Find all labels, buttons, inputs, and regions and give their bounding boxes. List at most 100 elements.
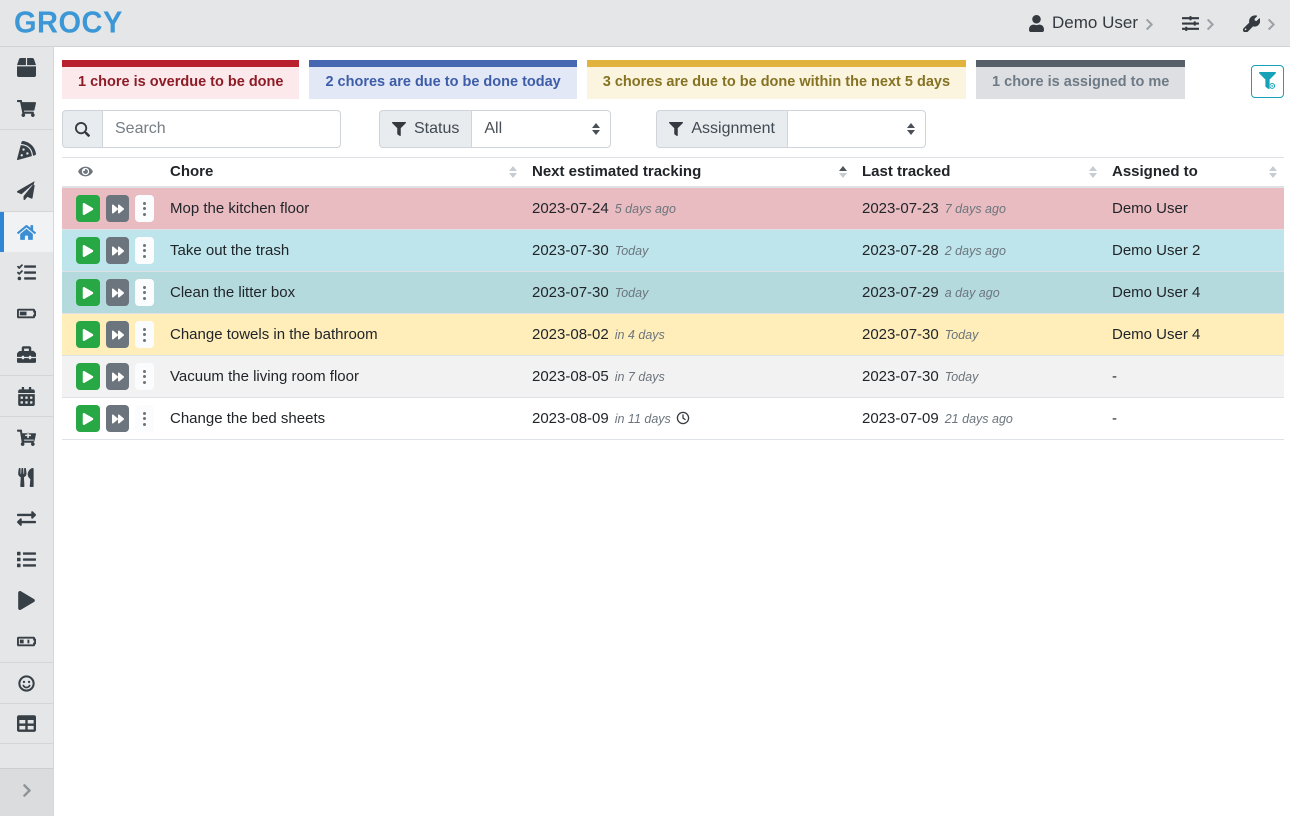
- next-tracking-cell: 2023-08-02in 4 days: [524, 314, 854, 356]
- sidebar-item-purchase[interactable]: [0, 416, 53, 457]
- sidebar-item-transfer[interactable]: [0, 498, 53, 539]
- row-context-menu-button[interactable]: [135, 405, 154, 432]
- sidebar-item-stock-overview[interactable]: [0, 47, 53, 88]
- pizza-icon: [17, 141, 36, 160]
- row-context-menu-button[interactable]: [135, 321, 154, 348]
- chevron-right-icon: [1145, 16, 1154, 31]
- row-context-menu-button[interactable]: [135, 195, 154, 222]
- chore-row: Change the bed sheets2023-08-09in 11 day…: [62, 398, 1284, 440]
- battery-icon: [17, 304, 36, 323]
- chore-name-cell: Vacuum the living room floor: [162, 356, 524, 398]
- sidebar-item-shopping-list[interactable]: [0, 88, 53, 129]
- sidebar-item-chores-overview[interactable]: [0, 211, 53, 252]
- battery2-icon: [17, 632, 36, 651]
- sidebar-item-recipes[interactable]: [0, 129, 53, 170]
- column-header-next-tracking[interactable]: Next estimated tracking: [524, 158, 854, 188]
- sidebar-item-consume[interactable]: [0, 457, 53, 498]
- chore-name-cell: Mop the kitchen floor: [162, 187, 524, 230]
- track-chore-execution-button[interactable]: [76, 321, 100, 348]
- fast-forward-icon: [112, 371, 124, 383]
- sort-icon: [509, 166, 517, 178]
- row-context-menu-button[interactable]: [135, 279, 154, 306]
- select-arrows-icon: [592, 123, 600, 135]
- skip-chore-button[interactable]: [106, 279, 130, 306]
- assigned-to-cell: Demo User 4: [1104, 272, 1284, 314]
- sidebar-collapse-toggle[interactable]: [0, 768, 53, 816]
- chevron-right-icon: [1267, 16, 1276, 31]
- status-banners: 1 chore is overdue to be done 2 chores a…: [62, 60, 1284, 99]
- banner-due-soon: 3 chores are due to be done within the n…: [587, 60, 966, 99]
- column-header-last-tracked[interactable]: Last tracked: [854, 158, 1104, 188]
- sidebar-item-battery-tracking[interactable]: [0, 621, 53, 662]
- next-tracking-cell: 2023-07-245 days ago: [524, 187, 854, 230]
- search-input[interactable]: [102, 110, 341, 148]
- quick-settings-menu[interactable]: [1182, 15, 1215, 32]
- assignment-filter-select[interactable]: [787, 110, 926, 148]
- tasks-icon: [17, 263, 36, 282]
- column-header-assigned-to[interactable]: Assigned to: [1104, 158, 1284, 188]
- play-icon: [82, 371, 94, 383]
- fast-forward-icon: [112, 287, 124, 299]
- sidebar-item-tasks[interactable]: [0, 252, 53, 293]
- track-chore-execution-button[interactable]: [76, 363, 100, 390]
- admin-settings-menu[interactable]: [1243, 15, 1276, 32]
- chevron-right-icon: [22, 783, 32, 803]
- assigned-to-cell: Demo User: [1104, 187, 1284, 230]
- play-icon: [82, 287, 94, 299]
- fast-forward-icon: [112, 413, 124, 425]
- main-content: Chores overview Journal 1 chore is overd…: [54, 0, 1290, 440]
- track-chore-execution-button[interactable]: [76, 405, 100, 432]
- user-icon: [1028, 15, 1045, 32]
- calendar-icon: [17, 387, 36, 406]
- chore-row: Take out the trash2023-07-30Today2023-07…: [62, 230, 1284, 272]
- filter-icon: [669, 122, 683, 136]
- next-tracking-cell: 2023-08-09in 11 days: [524, 398, 854, 440]
- column-visibility-toggle[interactable]: [62, 158, 162, 188]
- chore-name-cell: Change the bed sheets: [162, 398, 524, 440]
- skip-chore-button[interactable]: [106, 195, 130, 222]
- sidebar-nav: [0, 47, 54, 816]
- last-tracked-cell: 2023-07-29a day ago: [854, 272, 1104, 314]
- track-chore-execution-button[interactable]: [76, 279, 100, 306]
- sidebar-item-equipment[interactable]: [0, 334, 53, 375]
- filter-clear-icon: [1259, 72, 1276, 92]
- skip-chore-button[interactable]: [106, 363, 130, 390]
- sort-asc-icon: [839, 166, 847, 178]
- sidebar-item-calendar[interactable]: [0, 375, 53, 416]
- sidebar-item-userentities[interactable]: [0, 703, 53, 744]
- next-tracking-cell: 2023-08-05in 7 days: [524, 356, 854, 398]
- select-arrows-icon: [907, 123, 915, 135]
- chevron-right-icon: [1206, 16, 1215, 31]
- track-chore-execution-button[interactable]: [76, 195, 100, 222]
- track-chore-execution-button[interactable]: [76, 237, 100, 264]
- banner-due-today: 2 chores are due to be done today: [309, 60, 576, 99]
- chore-row: Vacuum the living room floor2023-08-05in…: [62, 356, 1284, 398]
- sidebar-item-batteries-overview[interactable]: [0, 293, 53, 334]
- chores-table: Chore Next estimated tracking Last track…: [62, 157, 1284, 440]
- filter-icon: [392, 122, 406, 136]
- skip-chore-button[interactable]: [106, 405, 130, 432]
- play-icon: [82, 203, 94, 215]
- skip-chore-button[interactable]: [106, 321, 130, 348]
- status-filter-select[interactable]: All: [471, 110, 611, 148]
- assigned-to-cell: Demo User 2: [1104, 230, 1284, 272]
- row-context-menu-button[interactable]: [135, 363, 154, 390]
- column-header-chore[interactable]: Chore: [162, 158, 524, 188]
- clear-filters-button[interactable]: [1251, 65, 1284, 98]
- user-label: Demo User: [1052, 13, 1138, 33]
- sidebar-item-user-settings[interactable]: [0, 662, 53, 703]
- paper-plane-icon: [17, 181, 36, 200]
- sidebar-item-inventory[interactable]: [0, 539, 53, 580]
- banner-assigned-to-me: 1 chore is assigned to me: [976, 60, 1185, 99]
- row-context-menu-button[interactable]: [135, 237, 154, 264]
- sidebar-item-chore-tracking[interactable]: [0, 580, 53, 621]
- chore-name-cell: Take out the trash: [162, 230, 524, 272]
- skip-chore-button[interactable]: [106, 237, 130, 264]
- user-menu[interactable]: Demo User: [1028, 13, 1154, 33]
- last-tracked-cell: 2023-07-282 days ago: [854, 230, 1104, 272]
- sidebar-item-meal-plan[interactable]: [0, 170, 53, 211]
- next-tracking-cell: 2023-07-30Today: [524, 272, 854, 314]
- utensils-icon: [17, 468, 36, 487]
- table-icon: [17, 714, 36, 733]
- sort-icon: [1089, 166, 1097, 178]
